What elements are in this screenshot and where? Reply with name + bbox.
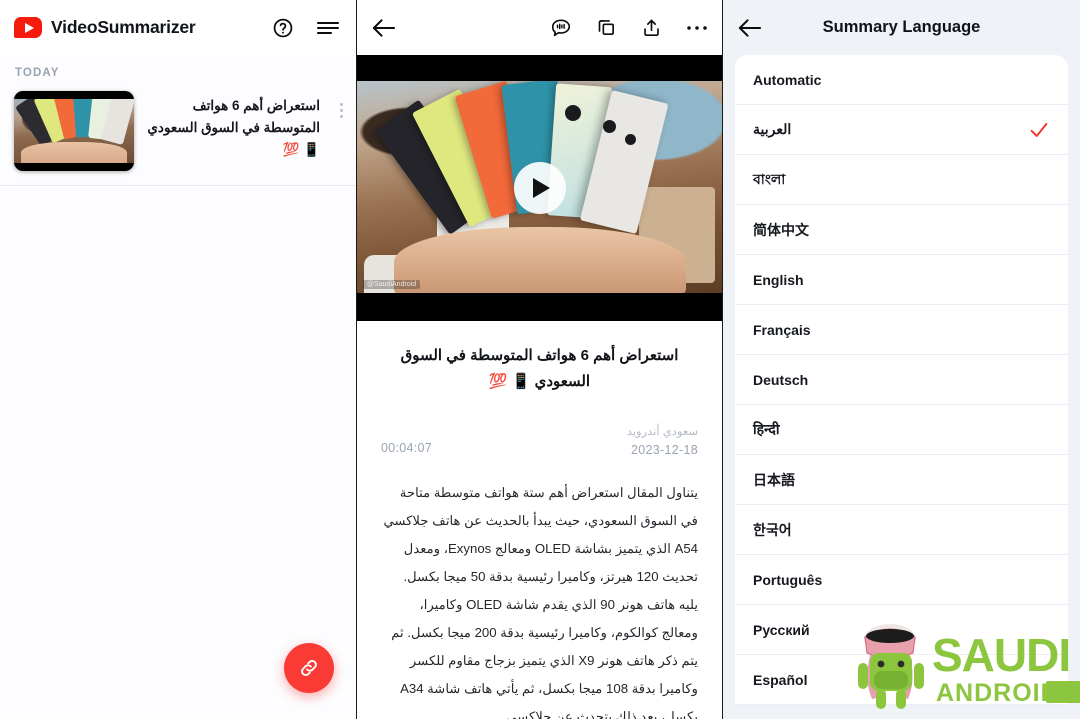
language-label: 한국어 — [753, 521, 792, 538]
history-item-more-icon[interactable] — [332, 91, 350, 118]
video-meta-row: 00:04:07 سعودي أندرويد 2023-12-18 — [381, 422, 698, 458]
language-label: हिन्दी — [753, 421, 780, 437]
videosummarizer-logo-icon — [14, 17, 42, 38]
language-item[interactable]: Português — [735, 555, 1068, 605]
page-title: Summary Language — [822, 18, 981, 36]
publish-date: 2023-12-18 — [631, 443, 698, 458]
language-label: Português — [753, 571, 823, 588]
language-item[interactable]: Deutsch — [735, 355, 1068, 405]
language-list: Automatic العربية বাংলা 简体中文 English Français… — [735, 55, 1068, 705]
brand: VideoSummarizer — [14, 17, 196, 38]
sidebar-header-actions — [272, 17, 340, 39]
copy-icon[interactable] — [596, 17, 617, 38]
language-item[interactable]: العربية — [735, 105, 1068, 155]
video-title: استعراض أهم 6 هواتف المتوسطة في السوق ال… — [400, 347, 679, 391]
history-sidebar-panel: VideoSummarizer TODAY استعراض أهم 6 هوات… — [0, 0, 357, 719]
language-item[interactable]: 日本語 — [735, 455, 1068, 505]
back-arrow-icon[interactable] — [737, 17, 762, 39]
channel-name: سعودي أندرويد — [626, 425, 698, 438]
language-item[interactable]: हिन्दी — [735, 405, 1068, 455]
language-label: Français — [753, 321, 811, 338]
video-duration: 00:04:07 — [381, 441, 433, 456]
language-item[interactable]: 한국어 — [735, 505, 1068, 555]
language-item[interactable]: বাংলা — [735, 155, 1068, 205]
video-meta-left: سعودي أندرويد 2023-12-18 — [627, 422, 698, 458]
video-player[interactable]: @SaudiAndroid — [357, 55, 722, 321]
video-detail-panel: @SaudiAndroid استعراض أهم 6 هواتف المتوس… — [357, 0, 723, 719]
summary-text: يتناول المقال استعراض أهم ستة هواتف متوس… — [383, 485, 698, 719]
sidebar-divider — [0, 185, 356, 186]
play-icon[interactable] — [513, 162, 566, 214]
add-link-fab-button[interactable] — [284, 643, 334, 693]
language-item[interactable]: Русский — [735, 605, 1068, 655]
back-arrow-icon[interactable] — [371, 17, 396, 39]
detail-header-actions — [550, 17, 708, 39]
language-label: العربية — [753, 121, 792, 137]
check-icon — [1028, 119, 1050, 141]
language-label: 简体中文 — [753, 221, 809, 238]
history-list-item[interactable]: استعراض أهم 6 هواتف المتوسطة في السوق ال… — [0, 87, 356, 179]
language-item[interactable]: Automatic — [735, 55, 1068, 105]
language-header: Summary Language — [723, 0, 1080, 55]
video-thumbnail[interactable] — [14, 91, 134, 171]
hamburger-menu-icon[interactable] — [316, 18, 340, 38]
help-icon[interactable] — [272, 17, 294, 39]
sidebar-header: VideoSummarizer — [0, 0, 356, 55]
language-item[interactable]: English — [735, 255, 1068, 305]
more-ellipsis-icon[interactable] — [686, 24, 708, 32]
history-item-title: استعراض أهم 6 هواتف المتوسطة في السوق ال… — [147, 98, 320, 157]
hands — [21, 142, 127, 163]
share-upload-icon[interactable] — [641, 17, 662, 39]
summary-language-panel: Summary Language Automatic العربية বাংলা 简体… — [723, 0, 1080, 719]
language-item[interactable]: 简体中文 — [735, 205, 1068, 255]
language-label: 日本語 — [753, 471, 795, 488]
hands — [393, 226, 686, 293]
app-screen: VideoSummarizer TODAY استعراض أهم 6 هوات… — [0, 0, 1080, 719]
detail-header — [357, 0, 722, 55]
detail-body: استعراض أهم 6 هواتف المتوسطة في السوق ال… — [357, 321, 722, 719]
language-label: Русский — [753, 621, 810, 638]
video-watermark: @SaudiAndroid — [363, 280, 421, 289]
transcript-bubble-icon[interactable] — [550, 17, 572, 39]
brand-name: VideoSummarizer — [51, 17, 196, 37]
language-label: Deutsch — [753, 371, 809, 388]
thumbnail-image — [14, 99, 134, 163]
language-label: Español — [753, 671, 808, 688]
language-item[interactable]: Français — [735, 305, 1068, 355]
language-label: বাংলা — [753, 170, 786, 187]
language-label: Automatic — [753, 71, 822, 88]
language-label: English — [753, 271, 804, 288]
language-item[interactable]: Español — [735, 655, 1068, 705]
today-section-label: TODAY — [15, 67, 60, 79]
